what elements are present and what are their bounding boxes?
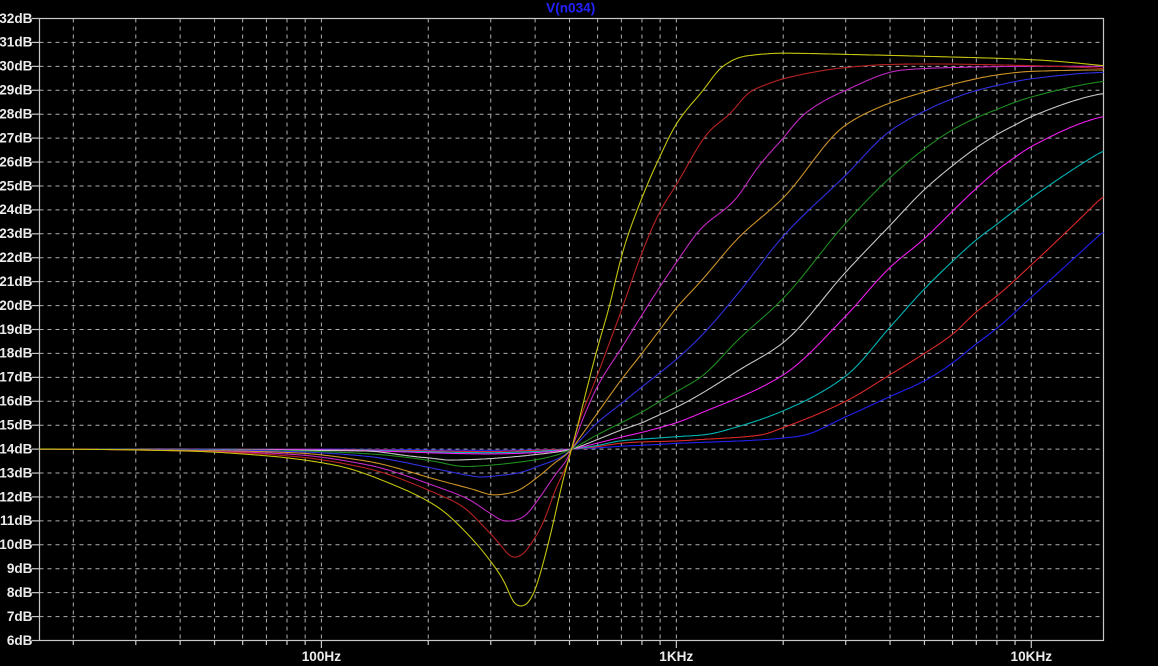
svg-text:17dB: 17dB (0, 370, 33, 385)
svg-text:11dB: 11dB (0, 513, 33, 528)
svg-text:29dB: 29dB (0, 83, 33, 98)
svg-text:V(n034): V(n034) (546, 0, 595, 15)
svg-text:21dB: 21dB (0, 274, 33, 289)
svg-text:13dB: 13dB (0, 465, 33, 480)
svg-text:22dB: 22dB (0, 250, 33, 265)
svg-text:6dB: 6dB (7, 633, 33, 648)
svg-text:20dB: 20dB (0, 298, 33, 313)
svg-text:32dB: 32dB (0, 11, 33, 26)
svg-text:24dB: 24dB (0, 202, 33, 217)
svg-text:7dB: 7dB (7, 609, 33, 624)
svg-text:25dB: 25dB (0, 178, 33, 193)
svg-text:8dB: 8dB (7, 585, 33, 600)
svg-text:26dB: 26dB (0, 154, 33, 169)
svg-text:100Hz: 100Hz (302, 649, 341, 664)
svg-text:18dB: 18dB (0, 346, 33, 361)
svg-text:10dB: 10dB (0, 537, 33, 552)
svg-text:15dB: 15dB (0, 418, 33, 433)
svg-text:28dB: 28dB (0, 107, 33, 122)
svg-text:9dB: 9dB (7, 561, 33, 576)
svg-text:16dB: 16dB (0, 394, 33, 409)
svg-text:30dB: 30dB (0, 59, 33, 74)
svg-text:14dB: 14dB (0, 441, 33, 456)
svg-text:10KHz: 10KHz (1011, 649, 1053, 664)
svg-text:1KHz: 1KHz (659, 649, 693, 664)
svg-text:31dB: 31dB (0, 35, 33, 50)
svg-text:23dB: 23dB (0, 226, 33, 241)
svg-text:27dB: 27dB (0, 130, 33, 145)
svg-text:12dB: 12dB (0, 489, 33, 504)
svg-text:19dB: 19dB (0, 322, 33, 337)
